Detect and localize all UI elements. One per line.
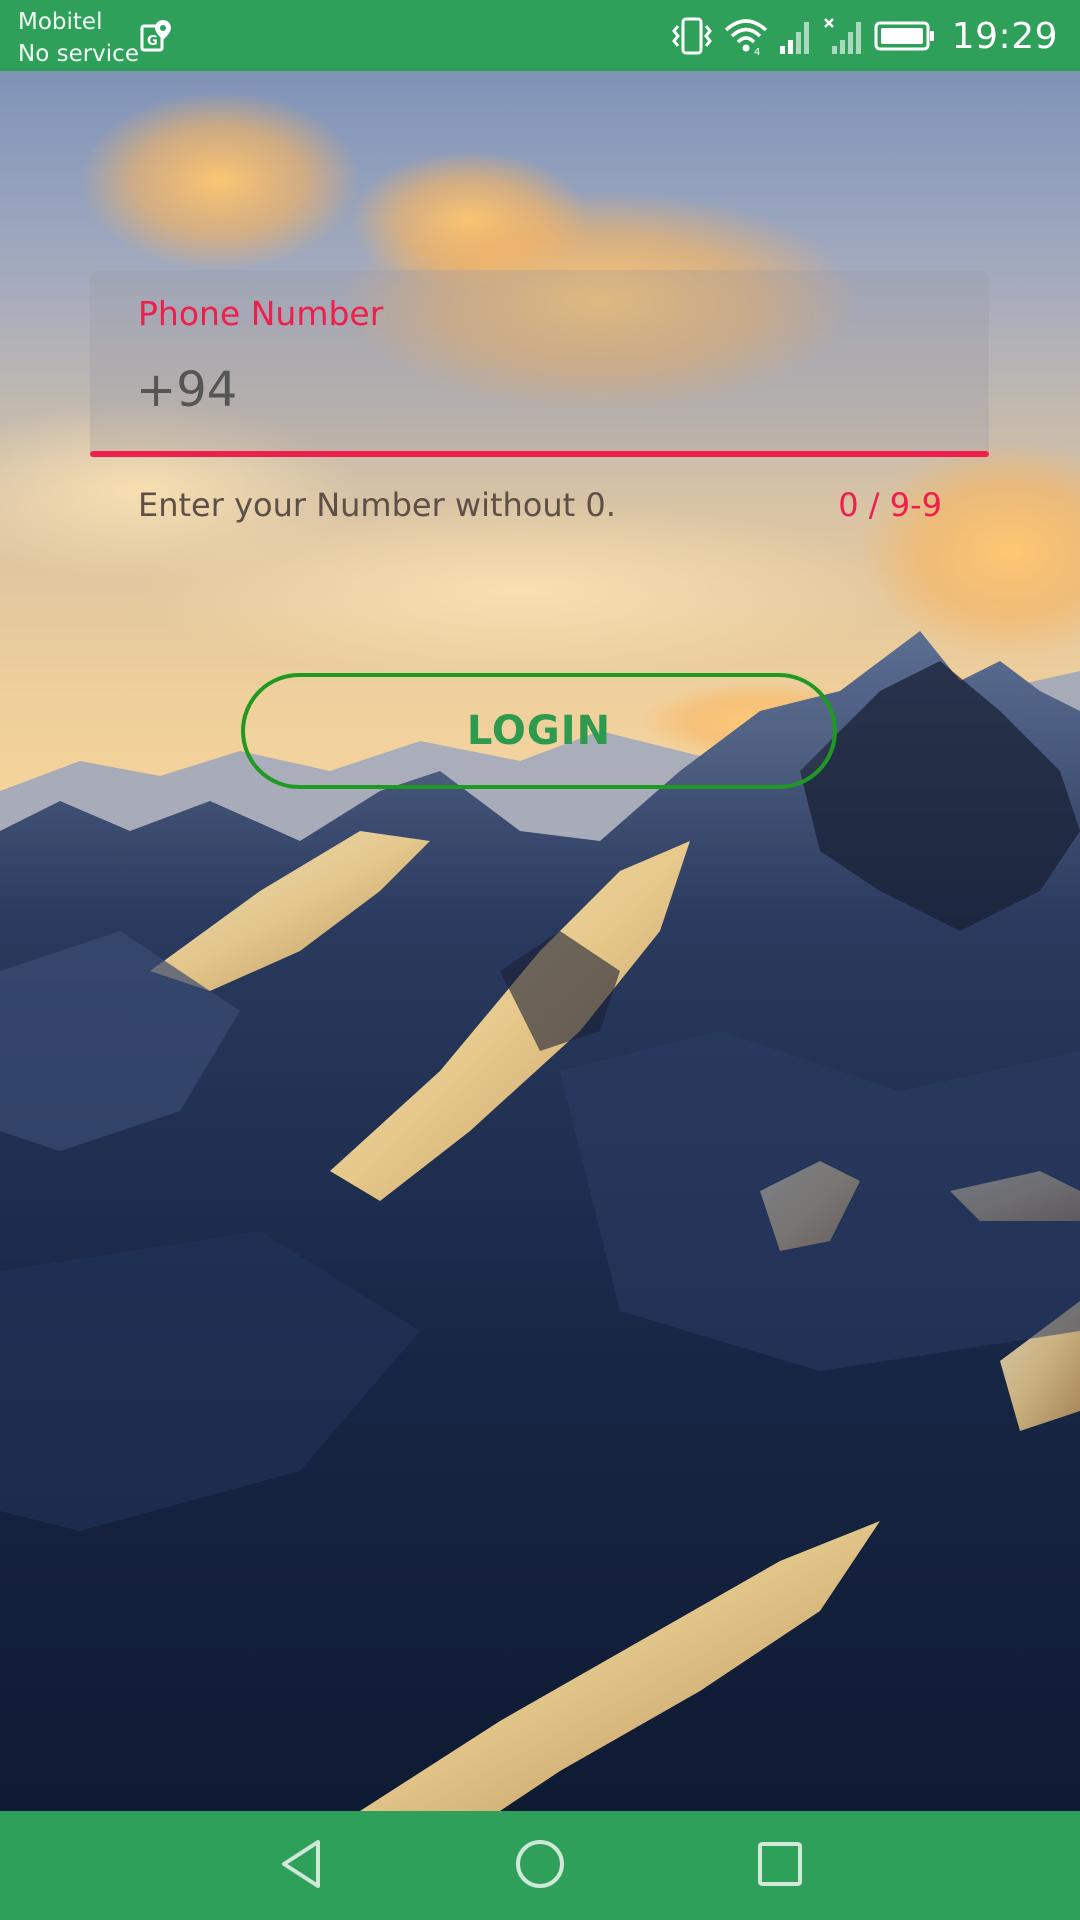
login-button[interactable]: LOGIN — [241, 673, 837, 789]
status-bar: Mobitel No service G 4 19:29 — [0, 0, 1080, 71]
carrier-status: No service — [18, 41, 139, 67]
vibrate-icon — [670, 16, 714, 56]
phone-number-field[interactable]: Phone Number — [90, 270, 989, 457]
back-button[interactable] — [266, 1831, 336, 1901]
no-signal-icon — [823, 16, 864, 56]
svg-text:4: 4 — [754, 47, 760, 56]
phone-helper-text: Enter your Number without 0. — [138, 486, 616, 524]
signal-icon — [778, 16, 814, 56]
character-counter: 0 / 9-9 — [838, 486, 942, 524]
status-time: 19:29 — [951, 15, 1058, 57]
battery-icon — [874, 20, 936, 52]
home-icon — [512, 1836, 568, 1896]
maps-location-icon: G — [140, 18, 172, 54]
field-underline — [90, 451, 989, 457]
recents-icon — [754, 1838, 806, 1894]
login-screen: Mobitel No service G 4 19:29 Phone Numbe… — [0, 0, 1080, 1920]
home-button[interactable] — [505, 1831, 575, 1901]
wifi-icon: 4 — [724, 16, 768, 56]
status-icons: 4 19:29 — [670, 14, 1058, 58]
svg-text:G: G — [147, 34, 158, 49]
carrier-name: Mobitel — [18, 9, 103, 35]
navigation-bar — [0, 1811, 1080, 1920]
back-icon — [276, 1836, 326, 1896]
phone-number-label: Phone Number — [138, 294, 384, 333]
recents-button[interactable] — [745, 1831, 815, 1901]
carrier-info: Mobitel No service — [18, 6, 139, 70]
phone-number-input[interactable] — [136, 358, 936, 422]
login-button-label: LOGIN — [466, 708, 612, 754]
